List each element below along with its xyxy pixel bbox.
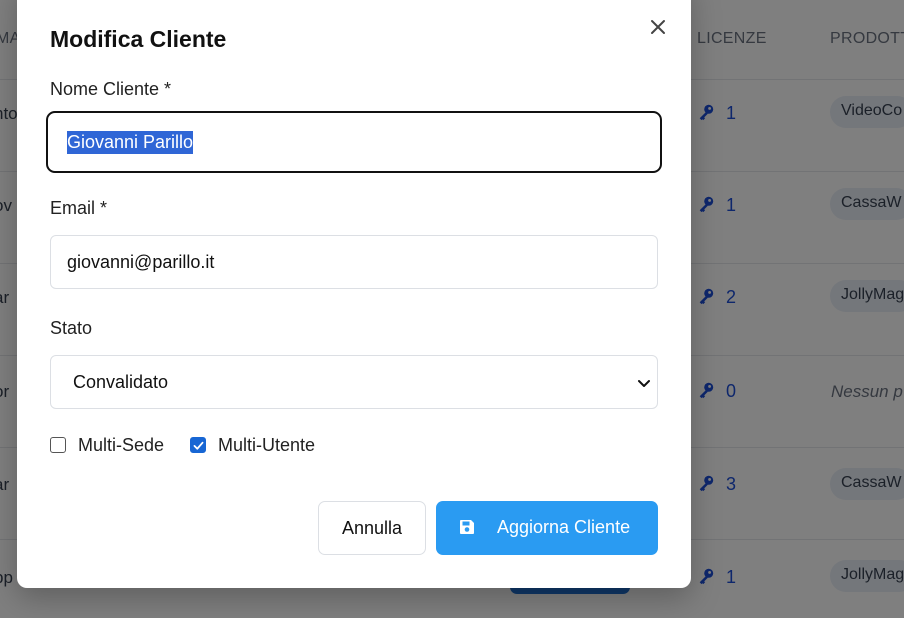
multi-utente-option[interactable]: Multi-Utente [190,435,315,455]
email-input[interactable]: giovanni@parillo.it [50,235,658,289]
modal-title: Modifica Cliente [50,26,227,52]
cancel-label: Annulla [341,517,403,538]
client-name-value: Giovanni Parillo [67,130,194,154]
name-label: Nome Cliente * [50,79,172,99]
close-icon[interactable] [647,16,669,38]
cancel-button[interactable]: Annulla [318,501,426,555]
update-client-button[interactable]: Aggiorna Cliente [436,501,658,555]
client-name-input[interactable]: Giovanni Parillo [46,111,662,173]
save-icon [460,520,474,534]
update-client-label: Aggiorna Cliente [497,517,631,537]
multi-sede-option[interactable]: Multi-Sede [50,435,164,455]
status-select[interactable]: Convalidato [50,355,658,409]
check-icon [193,441,203,450]
multi-sede-label: Multi-Sede [78,434,165,455]
multi-utente-label: Multi-Utente [218,434,316,455]
email-value: giovanni@parillo.it [67,251,215,272]
email-label: Email * [50,198,108,218]
chevron-down-icon [638,380,650,387]
multi-utente-checkbox[interactable] [190,437,206,453]
multi-sede-checkbox[interactable] [50,437,66,453]
edit-client-modal: Modifica Cliente Nome Cliente * Giovanni… [17,0,691,588]
status-label: Stato [50,318,93,338]
status-value: Convalidato [73,371,169,392]
